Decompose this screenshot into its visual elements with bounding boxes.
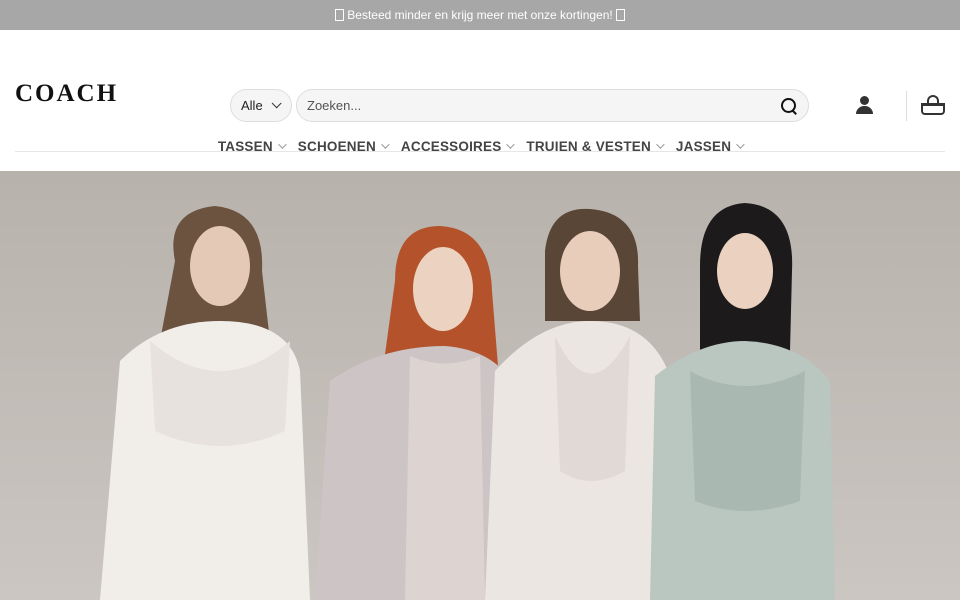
emoji-placeholder-icon <box>335 9 345 21</box>
chevron-down-icon <box>656 140 665 149</box>
chevron-down-icon <box>381 140 390 149</box>
promo-bar: Besteed minder en krijg meer met onze ko… <box>0 0 960 30</box>
search-bar <box>296 89 809 122</box>
header-divider <box>906 91 907 121</box>
nav-item-label: ACCESSOIRES <box>400 138 502 154</box>
nav-item-label: JASSEN <box>675 138 732 154</box>
category-select[interactable]: Alle <box>230 89 292 122</box>
brand-logo[interactable]: COACH <box>15 80 118 108</box>
nav-item-label: TRUIEN & VESTEN <box>526 138 651 154</box>
nav-item-jassen[interactable]: JASSEN <box>675 138 745 154</box>
hero-image <box>0 171 960 600</box>
nav-item-tassen[interactable]: TASSEN <box>217 138 287 154</box>
chevron-down-icon <box>506 140 516 149</box>
emoji-placeholder-icon <box>615 9 625 21</box>
promo-text: Besteed minder en krijg meer met onze ko… <box>347 8 613 22</box>
main-nav: TASSEN SCHOENEN ACCESSOIRES TRUIEN & VES… <box>0 122 960 170</box>
site-header: COACH Alle <box>0 30 960 152</box>
search-input[interactable] <box>307 98 780 113</box>
chevron-down-icon <box>277 140 287 149</box>
chevron-down-icon <box>736 140 745 149</box>
logo-text: COACH <box>15 80 119 107</box>
nav-item-label: TASSEN <box>217 138 273 154</box>
account-icon[interactable] <box>855 96 875 116</box>
nav-item-truien-vesten[interactable]: TRUIEN & VESTEN <box>526 138 665 154</box>
nav-item-accessoires[interactable]: ACCESSOIRES <box>400 138 516 154</box>
cart-icon[interactable] <box>921 95 945 117</box>
nav-item-label: SCHOENEN <box>297 138 376 154</box>
category-select-value: Alle <box>241 98 263 113</box>
search-icon[interactable] <box>780 97 798 115</box>
hero-banner[interactable] <box>0 171 960 600</box>
nav-item-schoenen[interactable]: SCHOENEN <box>297 138 390 154</box>
chevron-down-icon <box>271 98 282 109</box>
